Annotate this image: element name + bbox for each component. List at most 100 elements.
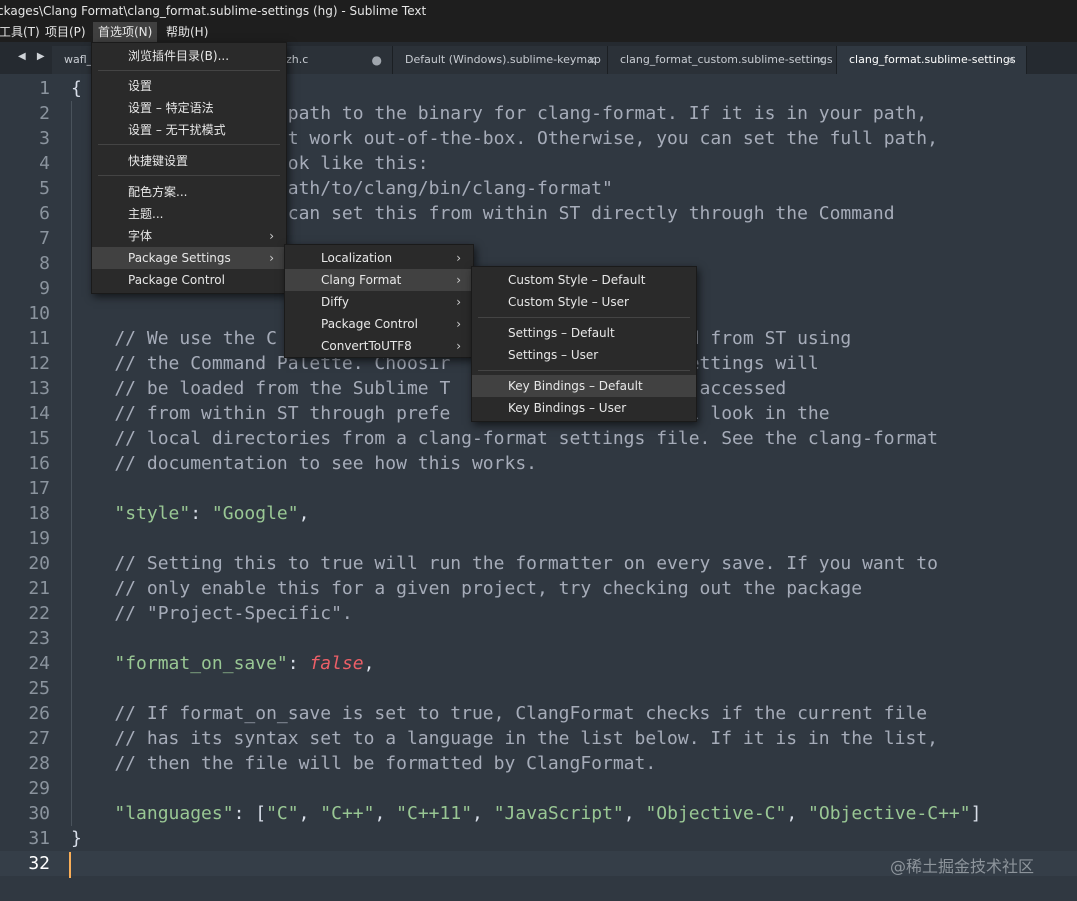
window-title: ckages\Clang Format\clang_format.sublime… bbox=[0, 4, 427, 18]
line-number: 1 bbox=[39, 78, 50, 99]
menu-bar: 工具(T) 项目(P) 首选项(N) 帮助(H) bbox=[0, 22, 1077, 42]
code-line: // documentation to see how this works. bbox=[71, 451, 537, 476]
code-line: // local directories from a clang-format… bbox=[71, 426, 938, 451]
submenu-item-package-control[interactable]: Package Control › bbox=[285, 313, 473, 335]
code-line: { bbox=[71, 76, 82, 101]
code-boolean: false bbox=[309, 653, 364, 674]
code-comment: // Setting this to true will run the for… bbox=[71, 553, 938, 574]
code-text: , bbox=[786, 803, 809, 824]
submenu-item-clang-format[interactable]: Clang Format › bbox=[285, 269, 473, 291]
menu-item-label: Package Settings bbox=[128, 251, 231, 265]
line-number: 27 bbox=[28, 728, 50, 749]
tab-label: clang_format.sublime-settings bbox=[849, 53, 1016, 66]
menu-item-package-settings[interactable]: Package Settings › bbox=[92, 247, 286, 269]
menu-item-label: 快捷键设置 bbox=[128, 154, 189, 168]
submenu-item-convert-to-utf8[interactable]: ConvertToUTF8 › bbox=[285, 335, 473, 357]
code-string: "JavaScript" bbox=[493, 803, 624, 824]
line-number: 8 bbox=[39, 253, 50, 274]
line-number: 19 bbox=[28, 528, 50, 549]
tab-clang-format-custom[interactable]: clang_format_custom.sublime-settings × bbox=[608, 46, 837, 74]
menu-item-settings-distraction-free[interactable]: 设置 – 无干扰模式 bbox=[92, 119, 286, 141]
line-number: 6 bbox=[39, 203, 50, 224]
menu-item-label: ConvertToUTF8 bbox=[321, 339, 412, 353]
submenu-item-custom-style-default[interactable]: Custom Style – Default bbox=[472, 269, 696, 291]
submenu-item-settings-default[interactable]: Settings – Default bbox=[472, 322, 696, 344]
tab-clang-format-settings[interactable]: clang_format.sublime-settings × bbox=[837, 46, 1027, 74]
menu-item-label: 字体 bbox=[128, 229, 153, 243]
menu-separator bbox=[478, 317, 690, 318]
code-string: "C" bbox=[266, 803, 299, 824]
close-icon[interactable]: × bbox=[816, 46, 826, 74]
menu-item-key-bindings[interactable]: 快捷键设置 bbox=[92, 150, 286, 172]
code-line: // If format_on_save is set to true, Cla… bbox=[71, 701, 927, 726]
line-number: 25 bbox=[28, 678, 50, 699]
code-line: // only enable this for a given project,… bbox=[71, 576, 862, 601]
close-icon[interactable]: × bbox=[587, 46, 597, 74]
code-line: } bbox=[71, 826, 82, 851]
menu-item-settings-syntax[interactable]: 设置 – 特定语法 bbox=[92, 97, 286, 119]
submenu-item-localization[interactable]: Localization › bbox=[285, 247, 473, 269]
tab-label: clang_format_custom.sublime-settings bbox=[620, 53, 833, 66]
line-number: 16 bbox=[28, 453, 50, 474]
close-icon[interactable]: × bbox=[1006, 46, 1016, 74]
tab-nav-arrows[interactable]: ◀ ▶ bbox=[18, 51, 49, 62]
tab-default-keymap[interactable]: Default (Windows).sublime-keymap × bbox=[393, 46, 608, 74]
menu-item-label: Settings – User bbox=[508, 348, 599, 362]
unsaved-dot-icon[interactable]: ● bbox=[372, 46, 382, 74]
code-string: "Objective-C++" bbox=[808, 803, 971, 824]
menu-tools[interactable]: 工具(T) bbox=[0, 22, 45, 42]
code-line: // Setting this to true will run the for… bbox=[71, 551, 938, 576]
menu-item-theme[interactable]: 主题... bbox=[92, 203, 286, 225]
code-string: "C++" bbox=[320, 803, 375, 824]
menu-item-label: 设置 – 特定语法 bbox=[128, 101, 214, 115]
menu-item-package-control[interactable]: Package Control bbox=[92, 269, 286, 291]
menu-item-label: 主题... bbox=[128, 207, 164, 221]
code-text: : [ bbox=[233, 803, 267, 824]
line-number: 3 bbox=[39, 128, 50, 149]
preferences-menu: 浏览插件目录(B)... 设置 设置 – 特定语法 设置 – 无干扰模式 快捷键… bbox=[91, 42, 287, 294]
submenu-item-diffy[interactable]: Diffy › bbox=[285, 291, 473, 313]
code-text: , bbox=[472, 803, 494, 824]
menu-separator bbox=[98, 175, 280, 176]
menu-item-label: Package Control bbox=[321, 317, 418, 331]
code-string: "format_on_save" bbox=[114, 653, 288, 674]
code-line: // "Project-Specific". bbox=[71, 601, 353, 626]
submenu-item-key-bindings-user[interactable]: Key Bindings – User bbox=[472, 397, 696, 419]
code-comment: // documentation to see how this works. bbox=[71, 453, 537, 474]
menu-project[interactable]: 项目(P) bbox=[40, 22, 91, 42]
menu-item-label: Key Bindings – User bbox=[508, 401, 627, 415]
menu-item-color-scheme[interactable]: 配色方案... bbox=[92, 181, 286, 203]
code-text: } bbox=[71, 828, 82, 849]
menu-item-browse-packages[interactable]: 浏览插件目录(B)... bbox=[92, 45, 286, 67]
menu-item-label: Clang Format bbox=[321, 273, 402, 287]
code-text: ] bbox=[970, 803, 982, 824]
tab-wafl[interactable]: wafl_r bbox=[52, 46, 92, 74]
code-text: , bbox=[623, 803, 646, 824]
clang-format-submenu: Custom Style – Default Custom Style – Us… bbox=[471, 266, 697, 422]
code-comment: // If format_on_save is set to true, Cla… bbox=[71, 703, 928, 724]
menu-item-font[interactable]: 字体 › bbox=[92, 225, 286, 247]
line-number: 2 bbox=[39, 103, 50, 124]
tab-zh-c[interactable]: zh.c ● bbox=[272, 46, 393, 74]
code-string: "style" bbox=[114, 503, 191, 524]
code-comment: // has its syntax set to a language in t… bbox=[71, 728, 938, 749]
line-number: 5 bbox=[39, 178, 50, 199]
menu-item-label: Custom Style – Default bbox=[508, 273, 646, 287]
line-number: 9 bbox=[39, 278, 50, 299]
code-line: "format_on_save": false, bbox=[71, 651, 374, 676]
menu-item-settings[interactable]: 设置 bbox=[92, 75, 286, 97]
code-comment: // "Project-Specific". bbox=[71, 603, 353, 624]
submenu-item-settings-user[interactable]: Settings – User bbox=[472, 344, 696, 366]
menu-separator bbox=[98, 70, 280, 71]
menu-preferences[interactable]: 首选项(N) bbox=[93, 22, 158, 42]
line-number: 23 bbox=[28, 628, 50, 649]
menu-help[interactable]: 帮助(H) bbox=[161, 22, 213, 42]
code-text: { bbox=[71, 78, 82, 99]
code-text: , bbox=[374, 803, 397, 824]
code-line: "style": "Google", bbox=[71, 501, 309, 526]
code-comment: // then the file will be formatted by Cl… bbox=[71, 753, 657, 774]
submenu-item-key-bindings-default[interactable]: Key Bindings – Default bbox=[472, 375, 696, 397]
submenu-item-custom-style-user[interactable]: Custom Style – User bbox=[472, 291, 696, 313]
code-comment: // only enable this for a given project,… bbox=[71, 578, 863, 599]
